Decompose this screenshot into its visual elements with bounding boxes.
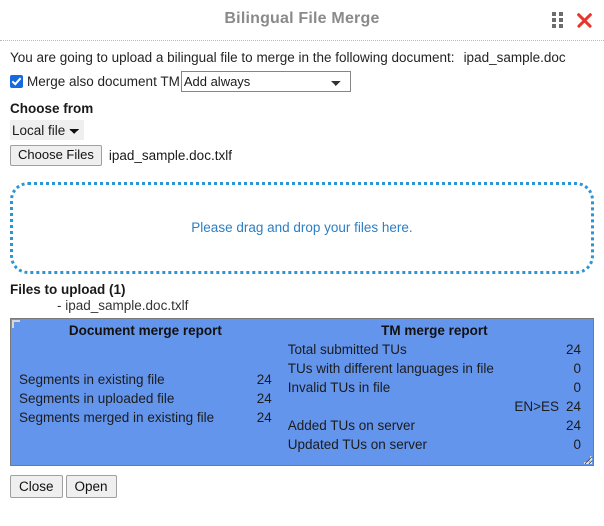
merge-report-panel[interactable]: Document merge report Segments in existi… xyxy=(10,317,594,466)
table-row: EN>ES 24 xyxy=(288,397,581,416)
row-value: 24 xyxy=(565,398,581,414)
table-row: Segments merged in existing file 24 xyxy=(19,408,272,427)
table-row: Total submitted TUs 24 xyxy=(288,340,581,359)
drag-dots-icon[interactable] xyxy=(552,11,565,29)
choose-files-button[interactable]: Choose Files xyxy=(10,145,102,166)
merge-tm-mode-select[interactable]: Add always xyxy=(180,70,351,92)
dialog-body: You are going to upload a bilingual file… xyxy=(0,50,604,499)
row-label: Segments merged in existing file xyxy=(19,409,215,425)
row-value: 24 xyxy=(256,409,272,425)
merge-tm-label: Merge also document TM xyxy=(27,73,180,89)
table-row: TUs with different languages in file 0 xyxy=(288,359,581,378)
row-label: Segments in uploaded file xyxy=(19,390,175,406)
row-label: Segments in existing file xyxy=(19,371,165,387)
table-row: Added TUs on server 24 xyxy=(288,416,581,435)
row-value: 24 xyxy=(565,341,581,357)
open-button[interactable]: Open xyxy=(65,474,117,499)
choose-from-heading: Choose from xyxy=(10,101,94,116)
row-value: 0 xyxy=(573,436,581,452)
files-to-upload-list: - ipad_sample.doc.txlf xyxy=(10,298,594,313)
page-title: Bilingual File Merge xyxy=(224,10,380,27)
row-label: Updated TUs on server xyxy=(287,436,428,452)
row-label: EN>ES xyxy=(514,398,559,414)
row-label: Invalid TUs in file xyxy=(287,379,391,395)
list-item: - ipad_sample.doc.txlf xyxy=(57,297,189,313)
file-dropzone[interactable]: Please drag and drop your files here. xyxy=(10,181,594,274)
file-input-row: Choose Files ipad_sample.doc.txlf xyxy=(10,145,594,166)
close-x-icon[interactable] xyxy=(574,10,594,30)
table-row: Segments in existing file 24 xyxy=(19,370,272,389)
intro-text: You are going to upload a bilingual file… xyxy=(10,50,455,65)
chosen-file-name: ipad_sample.doc.txlf xyxy=(108,147,232,163)
intro-row: You are going to upload a bilingual file… xyxy=(10,50,594,65)
row-value: 24 xyxy=(565,417,581,433)
row-value: 24 xyxy=(256,371,272,387)
row-value: 0 xyxy=(573,360,581,376)
row-value: 0 xyxy=(573,379,581,395)
tm-merge-report-column: TM merge report Total submitted TUs 24 T… xyxy=(278,319,593,465)
report-spacer xyxy=(19,340,272,370)
document-merge-report-column: Document merge report Segments in existi… xyxy=(11,319,278,465)
table-row: Segments in uploaded file 24 xyxy=(19,389,272,408)
dropzone-label: Please drag and drop your files here. xyxy=(191,220,413,236)
files-to-upload-heading: Files to upload (1) xyxy=(10,281,126,297)
target-document-name: ipad_sample.doc xyxy=(463,50,566,65)
merge-tm-row: Merge also document TM Add always xyxy=(10,70,594,92)
title-bar-controls xyxy=(552,10,594,30)
row-label: Total submitted TUs xyxy=(287,341,407,357)
dialog-title-bar: Bilingual File Merge xyxy=(0,0,604,41)
table-row: Updated TUs on server 0 xyxy=(288,435,581,454)
row-value: 24 xyxy=(256,390,272,406)
source-type-select[interactable]: Local file xyxy=(10,120,84,140)
close-button[interactable]: Close xyxy=(10,474,63,499)
document-merge-report-title: Document merge report xyxy=(68,322,222,338)
merge-tm-checkbox[interactable] xyxy=(10,74,23,88)
table-row: Invalid TUs in file 0 xyxy=(288,378,581,397)
row-label: TUs with different languages in file xyxy=(287,360,494,376)
row-label: Added TUs on server xyxy=(287,417,416,433)
dialog-footer: Close Open xyxy=(10,474,594,499)
tm-merge-report-title: TM merge report xyxy=(381,322,488,338)
